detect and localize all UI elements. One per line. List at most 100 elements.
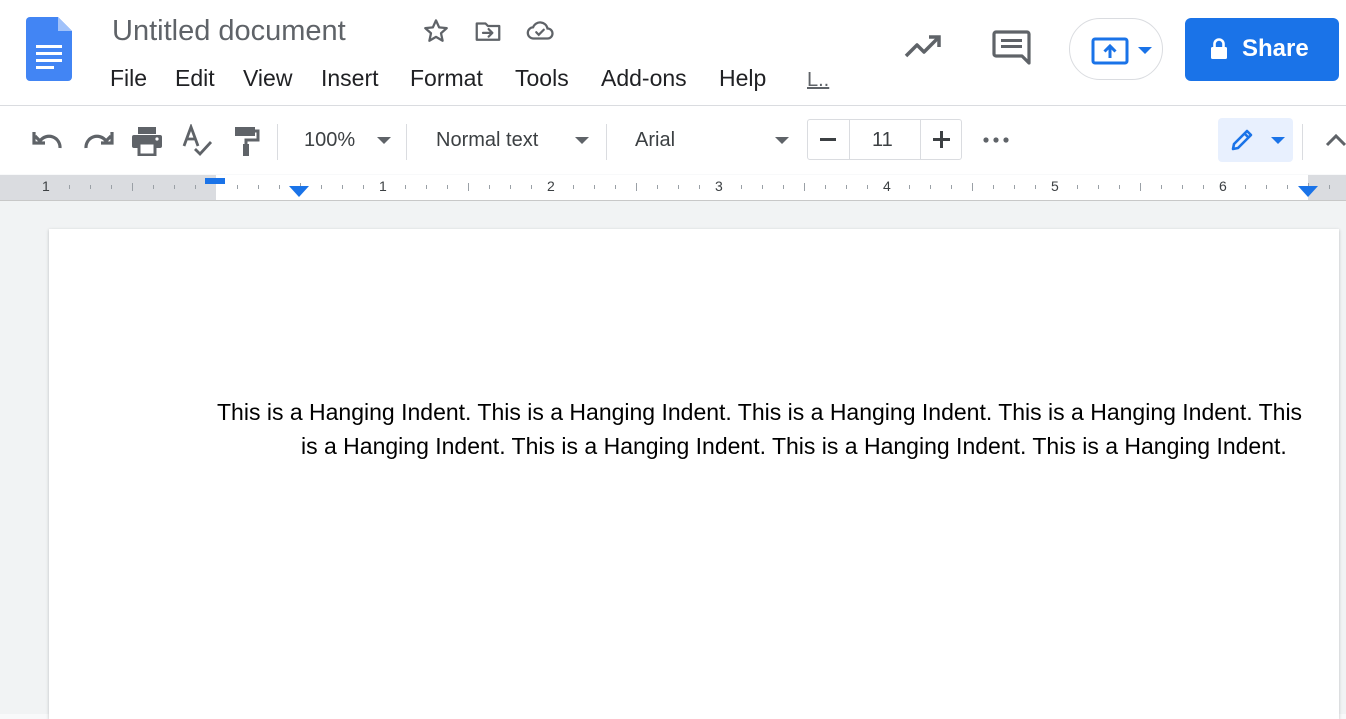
move-to-folder-icon[interactable] <box>473 16 503 46</box>
ruler-tick <box>468 183 469 191</box>
ruler-tick <box>342 185 343 189</box>
ruler-tick <box>1077 185 1078 189</box>
ruler-tick <box>510 185 511 189</box>
ruler-tick <box>762 185 763 189</box>
share-label: Share <box>1242 35 1309 62</box>
ruler-tick <box>1035 185 1036 189</box>
ruler-tick <box>1245 185 1246 189</box>
ruler-tick <box>1098 185 1099 189</box>
ruler-tick <box>825 185 826 189</box>
present-icon <box>1091 37 1129 65</box>
ruler-tick <box>615 185 616 189</box>
menu-file[interactable]: File <box>110 64 147 92</box>
zoom-select[interactable]: 100% <box>296 122 396 158</box>
undo-icon[interactable] <box>32 130 64 152</box>
hide-menus-chevron-up-icon[interactable] <box>1325 133 1346 147</box>
menu-help[interactable]: Help <box>719 64 766 92</box>
paragraph-style-select[interactable]: Normal text <box>426 122 596 158</box>
header: Untitled document File Edit View Insert … <box>0 0 1346 106</box>
document-page[interactable]: This is a Hanging Indent. This is a Hang… <box>49 229 1339 719</box>
ruler-tick <box>741 185 742 189</box>
cloud-saved-icon[interactable] <box>525 16 555 46</box>
ruler-tick <box>804 183 805 191</box>
ruler-tick <box>1203 185 1204 189</box>
right-indent-marker[interactable] <box>1298 186 1318 198</box>
ruler-tick <box>657 185 658 189</box>
menu-insert[interactable]: Insert <box>321 64 379 92</box>
pencil-icon <box>1231 129 1253 151</box>
ruler-tick <box>174 185 175 189</box>
ruler-tick <box>867 185 868 189</box>
font-size-control: 11 <box>807 119 962 160</box>
activity-dashboard-icon[interactable] <box>903 32 943 62</box>
ruler-label: 3 <box>715 178 723 194</box>
menu-tools[interactable]: Tools <box>515 64 569 92</box>
document-canvas: This is a Hanging Indent. This is a Hang… <box>0 201 1346 719</box>
ruler-tick <box>930 185 931 189</box>
ruler-tick <box>1161 185 1162 189</box>
decrease-font-size-icon[interactable] <box>820 138 836 142</box>
ruler-tick <box>1266 185 1267 189</box>
paint-format-icon[interactable] <box>233 125 261 157</box>
ruler-label: 4 <box>883 178 891 194</box>
toolbar: 100% Normal text Arial 11 <box>0 106 1346 174</box>
ruler-tick <box>279 185 280 189</box>
present-button[interactable] <box>1069 18 1163 80</box>
ruler-tick <box>972 183 973 191</box>
ruler-tick <box>636 183 637 191</box>
font-size-value[interactable]: 11 <box>872 128 893 152</box>
toolbar-separator <box>277 124 278 160</box>
ruler-tick <box>321 185 322 189</box>
present-dropdown-icon <box>1138 47 1152 54</box>
ruler-tick <box>111 185 112 189</box>
ruler-tick <box>699 185 700 189</box>
font-select[interactable]: Arial <box>626 122 796 158</box>
ruler-tick <box>237 185 238 189</box>
ruler-tick <box>531 185 532 189</box>
paragraph-style-value: Normal text <box>436 129 539 151</box>
ruler: 1 1 2 3 4 5 6 <box>0 175 1346 201</box>
ruler-tick <box>1014 185 1015 189</box>
document-title[interactable]: Untitled document <box>112 14 346 48</box>
docs-logo-icon[interactable] <box>26 17 72 81</box>
more-options-icon[interactable] <box>983 137 1009 143</box>
style-dropdown-icon <box>575 137 589 144</box>
ruler-tick <box>447 185 448 189</box>
spellcheck-icon[interactable] <box>181 124 213 158</box>
menu-view[interactable]: View <box>243 64 292 92</box>
menu-edit[interactable]: Edit <box>175 64 215 92</box>
star-icon[interactable] <box>421 16 451 46</box>
first-line-indent-marker[interactable] <box>205 178 225 184</box>
comments-icon[interactable] <box>992 30 1032 66</box>
zoom-value: 100% <box>304 129 356 151</box>
ruler-tick <box>69 185 70 189</box>
ruler-tick <box>90 185 91 189</box>
ruler-label: 5 <box>1051 178 1059 194</box>
ruler-label: 1 <box>42 178 50 194</box>
left-indent-marker[interactable] <box>289 186 309 198</box>
ruler-tick <box>993 185 994 189</box>
zoom-dropdown-icon <box>377 137 391 144</box>
toolbar-separator <box>406 124 407 160</box>
ruler-tick <box>1329 185 1330 189</box>
ruler-tick <box>405 185 406 189</box>
print-icon[interactable] <box>131 126 163 156</box>
ruler-tick <box>1119 185 1120 189</box>
editing-mode-dropdown-icon <box>1271 137 1285 144</box>
redo-icon[interactable] <box>82 130 114 152</box>
share-button[interactable]: Share <box>1185 18 1339 81</box>
ruler-tick <box>1182 185 1183 189</box>
ruler-tick <box>594 185 595 189</box>
editing-mode-button[interactable] <box>1218 118 1293 162</box>
lock-icon <box>1211 38 1227 59</box>
ruler-tick <box>846 185 847 189</box>
ruler-tick <box>1140 183 1141 191</box>
ruler-tick <box>678 185 679 189</box>
last-edit-link[interactable]: L.. <box>807 66 829 94</box>
menu-addons[interactable]: Add-ons <box>601 64 687 92</box>
hanging-indent-paragraph[interactable]: This is a Hanging Indent. This is a Hang… <box>217 395 1309 463</box>
ruler-tick <box>132 183 133 191</box>
increase-font-size-icon[interactable] <box>933 131 950 148</box>
ruler-tick <box>258 185 259 189</box>
menu-format[interactable]: Format <box>410 64 483 92</box>
